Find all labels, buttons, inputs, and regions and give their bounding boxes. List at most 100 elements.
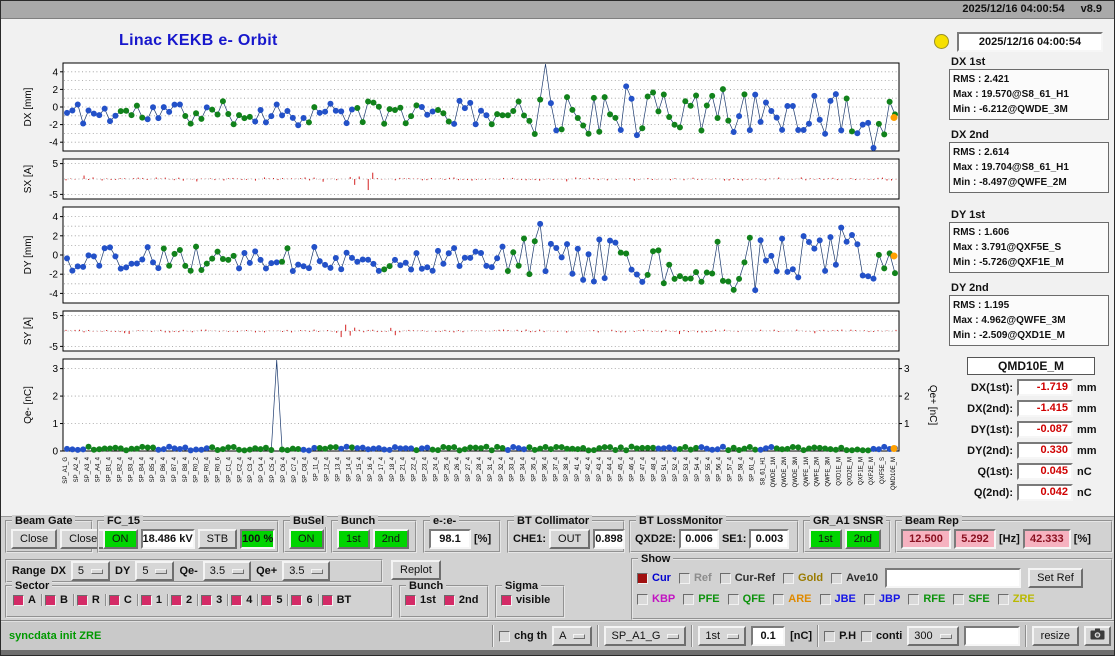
set-ref-button[interactable]: Set Ref xyxy=(1028,568,1083,588)
svg-text:SP_B5_4: SP_B5_4 xyxy=(150,456,156,482)
range-dx-select[interactable]: 5 xyxy=(70,561,111,581)
svg-text:-4: -4 xyxy=(49,289,58,300)
checkbox-sfe[interactable]: SFE xyxy=(953,593,990,605)
gr-snsr-2nd-button[interactable]: 2nd xyxy=(844,529,882,549)
fc15-stb-button[interactable]: STB xyxy=(197,529,238,549)
chg-th-checkbox[interactable]: chg th xyxy=(499,630,547,642)
checkbox-4[interactable]: 4 xyxy=(229,594,260,606)
checkbox-label: Gold xyxy=(798,572,824,584)
checkbox-ref[interactable]: Ref xyxy=(678,572,712,584)
checkbox-indicator-icon xyxy=(108,594,120,606)
svg-text:SP_13_4: SP_13_4 xyxy=(335,456,341,481)
checkbox-indicator-icon xyxy=(140,594,152,606)
checkbox-visible[interactable]: visible xyxy=(501,594,550,606)
ph-checkbox[interactable]: P.H xyxy=(824,630,856,642)
busel-group: BuSel ON xyxy=(283,515,328,553)
monitor-title[interactable]: QMD10E_M xyxy=(967,357,1095,375)
bt-collimator-group: BT Collimator CHE1: OUT 0.898 xyxy=(507,515,625,553)
fc15-on-button[interactable]: ON xyxy=(103,529,138,549)
bunch-1st-button[interactable]: 1st xyxy=(337,529,370,549)
svg-text:QWFE_3M: QWFE_3M xyxy=(826,457,832,487)
checkbox-indicator-icon xyxy=(443,594,455,606)
checkbox-3[interactable]: 3 xyxy=(199,594,230,606)
checkbox-label: R xyxy=(91,594,100,606)
checkbox-label: chg th xyxy=(514,630,548,642)
bunch-select[interactable]: 1st xyxy=(698,626,747,646)
checkbox-5[interactable]: 5 xyxy=(259,594,290,606)
checkbox-a[interactable]: A xyxy=(11,594,43,606)
svg-text:1: 1 xyxy=(904,419,910,430)
dropdown-value: SP_A1_G xyxy=(611,630,661,642)
svg-text:SP_37_4: SP_37_4 xyxy=(553,456,559,481)
status-input[interactable] xyxy=(963,626,1020,646)
stats-group-dy2: DY 2nd RMS : 1.195 Max : 4.962@QWFE_3M M… xyxy=(949,282,1109,346)
monitor-panel: QMD10E_M DX(1st): -1.719 mm DX(2nd): -1.… xyxy=(951,357,1111,501)
checkbox-jbe[interactable]: JBE xyxy=(819,593,856,605)
stat-min: Min : -6.212@QWDE_3M xyxy=(953,104,1068,115)
checkbox-6[interactable]: 6 xyxy=(289,594,320,606)
checkbox-indicator-icon xyxy=(261,594,273,606)
checkbox-label: 6 xyxy=(306,594,313,606)
chg-th-sector-select[interactable]: A xyxy=(552,626,593,646)
checkbox-indicator-icon xyxy=(637,572,648,584)
checkbox-b[interactable]: B xyxy=(43,594,75,606)
range-qe-plus-select[interactable]: 3.5 xyxy=(282,561,331,581)
camera-icon xyxy=(1090,628,1105,640)
separator xyxy=(1024,625,1027,647)
che1-out-button[interactable]: OUT xyxy=(549,529,591,549)
svg-text:5: 5 xyxy=(52,311,58,322)
checkbox-1st[interactable]: 1st xyxy=(405,594,436,606)
checkbox-ave10[interactable]: Ave10 xyxy=(831,572,878,584)
ref-name-input[interactable] xyxy=(885,568,1022,588)
monitor-row-label: DX(1st): xyxy=(970,381,1013,394)
replot-button[interactable]: Replot xyxy=(391,560,441,580)
monitor-row: DY(2nd): 0.330 mm xyxy=(951,442,1111,459)
checkbox-kbp[interactable]: KBP xyxy=(637,593,675,605)
checkbox-jbp[interactable]: JBP xyxy=(863,593,900,605)
svg-text:SP_42_4: SP_42_4 xyxy=(586,456,592,481)
checkbox-label: 1 xyxy=(155,594,162,606)
checkbox-r[interactable]: R xyxy=(75,594,107,606)
checkbox-cur[interactable]: Cur xyxy=(637,572,671,584)
checkbox-1[interactable]: 1 xyxy=(139,594,169,606)
bunch-2nd-button[interactable]: 2nd xyxy=(372,529,410,549)
range-qe-minus-select[interactable]: 3.5 xyxy=(202,561,252,581)
checkbox-gold[interactable]: Gold xyxy=(783,572,823,584)
sigma-checks: visible xyxy=(501,594,550,606)
svg-text:SP_16_4: SP_16_4 xyxy=(368,456,374,481)
screenshot-button[interactable] xyxy=(1084,626,1111,646)
checkbox-2nd[interactable]: 2nd xyxy=(443,594,479,606)
svg-text:-5: -5 xyxy=(49,342,58,353)
checkbox-rfe[interactable]: RFE xyxy=(908,593,945,605)
checkbox-2[interactable]: 2 xyxy=(169,594,200,606)
checkbox-cur-ref[interactable]: Cur-Ref xyxy=(719,572,775,584)
range-dy-select[interactable]: 5 xyxy=(135,561,175,581)
checkbox-are[interactable]: ARE xyxy=(773,593,812,605)
monitor-row-value: 0.045 xyxy=(1017,463,1073,480)
svg-text:SP_56_4: SP_56_4 xyxy=(717,456,723,481)
range-qe-plus-label: Qe+ xyxy=(256,565,278,577)
checkbox-bt[interactable]: BT xyxy=(320,594,357,606)
svg-text:SP_34_4: SP_34_4 xyxy=(521,456,527,481)
gr-snsr-group: GR_A1 SNSR 1st 2nd xyxy=(803,515,891,553)
checkbox-zre[interactable]: ZRE xyxy=(997,593,1035,605)
checkbox-label: P.H xyxy=(839,630,857,642)
status-lamp-icon xyxy=(934,34,949,49)
gr-snsr-1st-button[interactable]: 1st xyxy=(809,529,842,549)
busel-on-button[interactable]: ON xyxy=(289,529,324,549)
checkbox-label: 2nd xyxy=(458,594,479,606)
conti-checkbox[interactable]: conti xyxy=(861,630,902,642)
beam-gate-close-1-button[interactable]: Close xyxy=(11,529,58,549)
interval-select[interactable]: 300 xyxy=(907,626,959,646)
range-qe-minus-label: Qe- xyxy=(179,565,198,577)
orbit-charts: 4 2 0 -2 -4 DX [mm] 5 -5 SX [A] 4 2 0 -2 -4 DY [mm] 5 -5… xyxy=(23,62,938,490)
bpm-select[interactable]: SP_A1_G xyxy=(604,626,687,646)
sector-checks: A B R C 1 2 3 4 5 6 BT xyxy=(11,594,356,606)
svg-text:SP_25_4: SP_25_4 xyxy=(444,456,450,481)
checkbox-c[interactable]: C xyxy=(107,594,139,606)
svg-text:SP_22_4: SP_22_4 xyxy=(412,456,418,481)
svg-text:SP_43_4: SP_43_4 xyxy=(597,456,603,481)
checkbox-pfe[interactable]: PFE xyxy=(683,593,720,605)
checkbox-qfe[interactable]: QFE xyxy=(727,593,765,605)
resize-button[interactable]: resize xyxy=(1031,626,1079,646)
